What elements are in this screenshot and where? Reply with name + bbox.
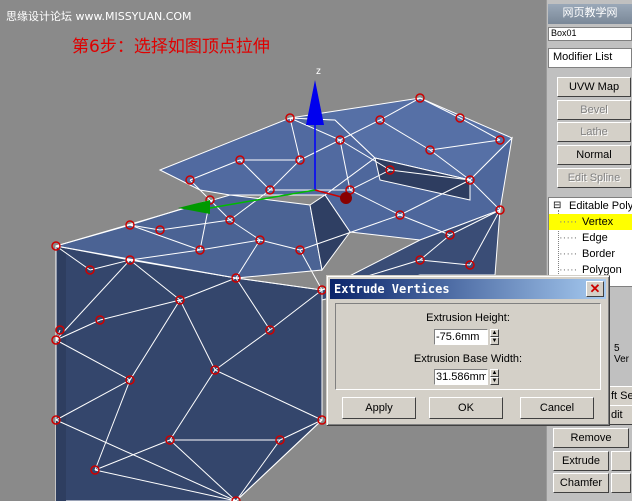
extrusion-base-width-label: Extrusion Base Width: — [413, 353, 523, 365]
apply-button[interactable]: Apply — [342, 397, 416, 419]
spinner-arrows[interactable]: ▲ ▼ — [490, 329, 499, 345]
remove-button[interactable]: Remove — [553, 428, 629, 448]
edit-vertices-rollout[interactable]: dit Ve — [608, 405, 632, 440]
spin-down-icon[interactable]: ▼ — [490, 337, 499, 345]
close-button[interactable]: ✕ — [586, 281, 604, 297]
stack-item-label: Edge — [582, 232, 608, 244]
cancel-button[interactable]: Cancel — [520, 397, 594, 419]
dialog-title: Extrude Vertices — [334, 282, 450, 296]
spin-up-icon[interactable]: ▲ — [490, 329, 499, 337]
object-name-field[interactable]: Box01 — [548, 27, 632, 41]
collapse-toggle-icon[interactable]: ⊟ — [553, 198, 561, 214]
stack-item-border[interactable]: ····· Border — [549, 246, 632, 262]
step-title: 第6步：选择如图顶点拉伸 — [72, 37, 270, 57]
stack-item-label: Vertex — [582, 216, 614, 228]
extrusion-base-width-input[interactable] — [434, 369, 488, 385]
stack-item-edge[interactable]: ····· Edge — [549, 230, 632, 246]
site-logo: 网页教学网 — [548, 4, 632, 24]
modifier-list-dropdown[interactable]: Modifier List — [548, 48, 632, 68]
uvw-map-button[interactable]: UVW Map — [557, 77, 631, 97]
stack-item-label: Border — [582, 248, 616, 260]
stack-item-label: Editable Poly — [569, 200, 632, 212]
gizmo-x-cone — [340, 192, 352, 204]
chamfer-button[interactable]: Chamfer — [553, 473, 609, 493]
spin-down-icon[interactable]: ▼ — [490, 377, 499, 385]
normal-button[interactable]: Normal — [557, 145, 631, 165]
spin-up-icon[interactable]: ▲ — [490, 369, 499, 377]
extrusion-height-label: Extrusion Height: — [426, 312, 510, 324]
lathe-button[interactable]: Lathe — [557, 122, 631, 142]
modifier-stack[interactable]: ⊟ Editable Poly ····· Vertex ····· Edge ··… — [548, 197, 632, 287]
extrude-button[interactable]: Extrude — [553, 451, 609, 471]
selection-count-text: 5 Ver — [614, 343, 630, 365]
axis-label-z: z — [316, 66, 321, 77]
bevel-button[interactable]: Bevel — [557, 100, 631, 120]
ok-button[interactable]: OK — [429, 397, 503, 419]
chamfer-settings-button[interactable] — [611, 473, 631, 493]
stack-item-editable-poly[interactable]: ⊟ Editable Poly — [549, 198, 632, 214]
soft-selection-rollout[interactable]: ft Se — [608, 386, 632, 406]
extrusion-height-input[interactable] — [434, 329, 488, 345]
stack-item-vertex[interactable]: ····· Vertex — [549, 214, 632, 230]
watermark: 思缘设计论坛 www.MISSYUAN.COM — [6, 10, 192, 23]
gizmo-z-cone — [306, 80, 324, 125]
extrude-vertices-dialog: Extrude Vertices ✕ Extrusion Height: ▲▼ … — [326, 275, 610, 426]
dialog-group-box: Extrusion Height: ▲▼ Extrusion Base Widt… — [335, 303, 601, 390]
edit-spline-button[interactable]: Edit Spline — [557, 168, 631, 188]
extrude-settings-button[interactable] — [611, 451, 631, 471]
spinner-arrows[interactable]: ▲ ▼ — [490, 369, 499, 385]
dialog-titlebar[interactable]: Extrude Vertices ✕ — [330, 279, 606, 299]
mesh-left-face — [56, 246, 66, 501]
